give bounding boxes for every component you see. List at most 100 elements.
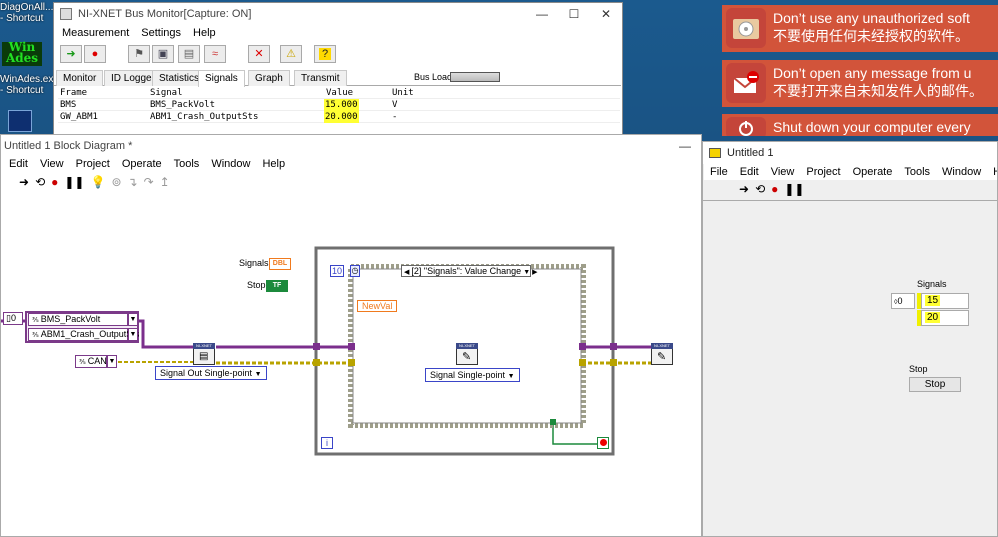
block-diagram-canvas[interactable]: Signals DBL Stop TF ▯0 ⅗ BMS_PackVolt ▼ … [1, 195, 701, 536]
menu-measurement[interactable]: Measurement [56, 25, 135, 41]
menu-help[interactable]: Help [187, 25, 222, 41]
menu-tools[interactable]: Tools [898, 164, 936, 180]
front-panel-toolbar: ➜ ⟲ ● ❚❚ [739, 182, 804, 196]
close-button[interactable]: ✕ [590, 3, 622, 25]
stop-button[interactable]: Stop [909, 377, 961, 392]
signal-dropdown-button[interactable]: ▼ [128, 328, 138, 341]
menu-settings[interactable]: Settings [135, 25, 187, 41]
table-row[interactable]: BMS BMS_PackVolt 15.000 V [58, 99, 620, 111]
step-into-icon[interactable]: ↴ [128, 175, 138, 189]
menu-file[interactable]: File [704, 164, 734, 180]
menu-help[interactable]: Help [987, 164, 997, 180]
run-continuously-icon[interactable]: ⟲ [755, 182, 765, 196]
tab-signals[interactable]: Signals [198, 70, 245, 87]
step-over-icon[interactable]: ↷ [144, 175, 154, 189]
stop-terminal[interactable]: TF [266, 280, 288, 292]
menu-edit[interactable]: Edit [3, 156, 34, 172]
minimize-button[interactable]: — [526, 3, 558, 25]
pause-icon[interactable]: ❚❚ [784, 182, 804, 196]
column-value[interactable]: Value [326, 87, 353, 99]
tab-monitor[interactable]: Monitor [56, 70, 104, 86]
write-vi-mode-selector[interactable]: Signal Single-point ▼ [425, 368, 520, 382]
menu-operate[interactable]: Operate [847, 164, 899, 180]
bus-monitor-titlebar[interactable]: NI-XNET Bus Monitor[Capture: ON] — ☐ ✕ [54, 3, 622, 25]
loop-iteration-terminal[interactable]: i [321, 437, 333, 449]
signal-dropdown-button[interactable]: ▼ [128, 313, 138, 326]
menu-help[interactable]: Help [256, 156, 291, 172]
flag-icon: ⚑ [134, 48, 144, 60]
menu-operate[interactable]: Operate [116, 156, 168, 172]
filter-button[interactable]: ≈ [204, 45, 226, 63]
menu-window[interactable]: Window [205, 156, 256, 172]
table-row[interactable]: GW_ABM1 ABM1_Crash_OutputSts 20.000 - [58, 111, 620, 123]
front-panel-titlebar[interactable]: Untitled 1 [703, 142, 997, 164]
minimize-button[interactable]: — [669, 135, 701, 157]
run-continuously-icon[interactable]: ⟲ [35, 175, 45, 189]
notification-unauthorized-software[interactable]: Don’t use any unauthorized soft 不要使用任何未经… [722, 5, 998, 52]
menu-view[interactable]: View [765, 164, 801, 180]
app-icon [60, 8, 72, 20]
pause-button[interactable]: ⚑ [128, 45, 150, 63]
abort-icon[interactable]: ● [771, 182, 778, 196]
column-signal[interactable]: Signal [150, 87, 183, 99]
menu-window[interactable]: Window [936, 164, 987, 180]
pause-icon[interactable]: ❚❚ [64, 175, 84, 189]
timeout-constant[interactable]: 10 [330, 265, 344, 277]
desktop-app-icon[interactable] [8, 110, 32, 132]
signal-name-item[interactable]: ⅗ BMS_PackVolt [28, 313, 128, 326]
bus-monitor-tabs: Monitor ID Logger Statistics Signals Gra… [54, 70, 621, 87]
help-button[interactable]: ? [314, 45, 336, 63]
bus-load-bar [450, 72, 500, 82]
loop-condition-terminal[interactable] [597, 437, 609, 449]
array-index-display[interactable]: ▯0 [3, 312, 23, 325]
event-case-selector[interactable]: ◀ [2] "Signals": Value Change ▼ ▶ [401, 265, 538, 277]
run-icon[interactable]: ➜ [19, 175, 29, 189]
clear-button[interactable]: ✕ [248, 45, 270, 63]
start-button[interactable]: ➜ [60, 45, 82, 63]
run-icon[interactable]: ➜ [739, 182, 749, 196]
signal-value-field[interactable]: 20 [917, 310, 969, 326]
retain-wire-values-icon[interactable]: ⊚ [111, 175, 121, 189]
window-title: NI-XNET Bus Monitor[Capture: ON] [78, 8, 252, 20]
timeout-terminal[interactable]: ◷ [350, 265, 360, 277]
highlight-marker [917, 293, 921, 309]
menu-project[interactable]: Project [800, 164, 846, 180]
xnet-clear-node[interactable]: NI-XNET ✎ [651, 343, 673, 365]
menu-project[interactable]: Project [70, 156, 116, 172]
tab-graph[interactable]: Graph [248, 70, 290, 86]
menu-tools[interactable]: Tools [168, 156, 206, 172]
menu-edit[interactable]: Edit [734, 164, 765, 180]
array-index-control[interactable]: ◊0 [891, 293, 915, 309]
desktop-shortcut-diagonall[interactable]: DiagOnAll... - Shortcut [0, 2, 53, 24]
winades-logo: Win Ades [2, 41, 42, 66]
column-unit[interactable]: Unit [392, 87, 414, 99]
block-diagram-titlebar[interactable]: Untitled 1 Block Diagram * — [1, 135, 701, 157]
newval-terminal[interactable]: NewVal [357, 300, 397, 312]
column-frame[interactable]: Frame [60, 87, 87, 99]
signals-terminal[interactable]: DBL [269, 258, 291, 270]
warning-button[interactable]: ⚠ [280, 45, 302, 63]
signal-value-field[interactable]: 15 [917, 293, 969, 309]
decrement-arrow-icon[interactable]: ◀ [402, 269, 411, 276]
xnet-write-node[interactable]: NI-XNET ✎ [456, 343, 478, 365]
interface-constant[interactable]: ⅗ CAN1 [75, 355, 112, 368]
notification-shutdown[interactable]: Shut down your computer every [722, 114, 998, 136]
abort-icon[interactable]: ● [51, 175, 58, 189]
stop-record-button[interactable]: ● [84, 45, 106, 63]
save-button[interactable]: ▣ [152, 45, 174, 63]
tab-transmit[interactable]: Transmit [294, 70, 347, 86]
notification-unknown-sender[interactable]: Don’t open any message from u 不要打开来自未知发件… [722, 60, 998, 107]
increment-arrow-icon[interactable]: ▶ [532, 269, 537, 276]
highlight-execution-icon[interactable]: 💡 [90, 175, 105, 189]
event-case-text: [2] "Signals": Value Change [411, 266, 522, 276]
desktop-shortcut-winades[interactable]: WinAdes.exe - Shortcut [0, 74, 59, 96]
log-button[interactable]: ▤ [178, 45, 200, 63]
step-out-icon[interactable]: ↥ [160, 175, 170, 189]
cell-signal: ABM1_Crash_OutputSts [150, 112, 259, 122]
menu-view[interactable]: View [34, 156, 70, 172]
interface-dropdown-button[interactable]: ▼ [107, 355, 117, 368]
signal-name-item[interactable]: ⅗ ABM1_Crash_OutputSts [28, 328, 139, 341]
xnet-create-session-node[interactable]: NI-XNET ▤ [193, 343, 215, 365]
maximize-button[interactable]: ☐ [558, 3, 590, 25]
write-mode-selector[interactable]: Signal Out Single-point ▼ [155, 366, 267, 380]
